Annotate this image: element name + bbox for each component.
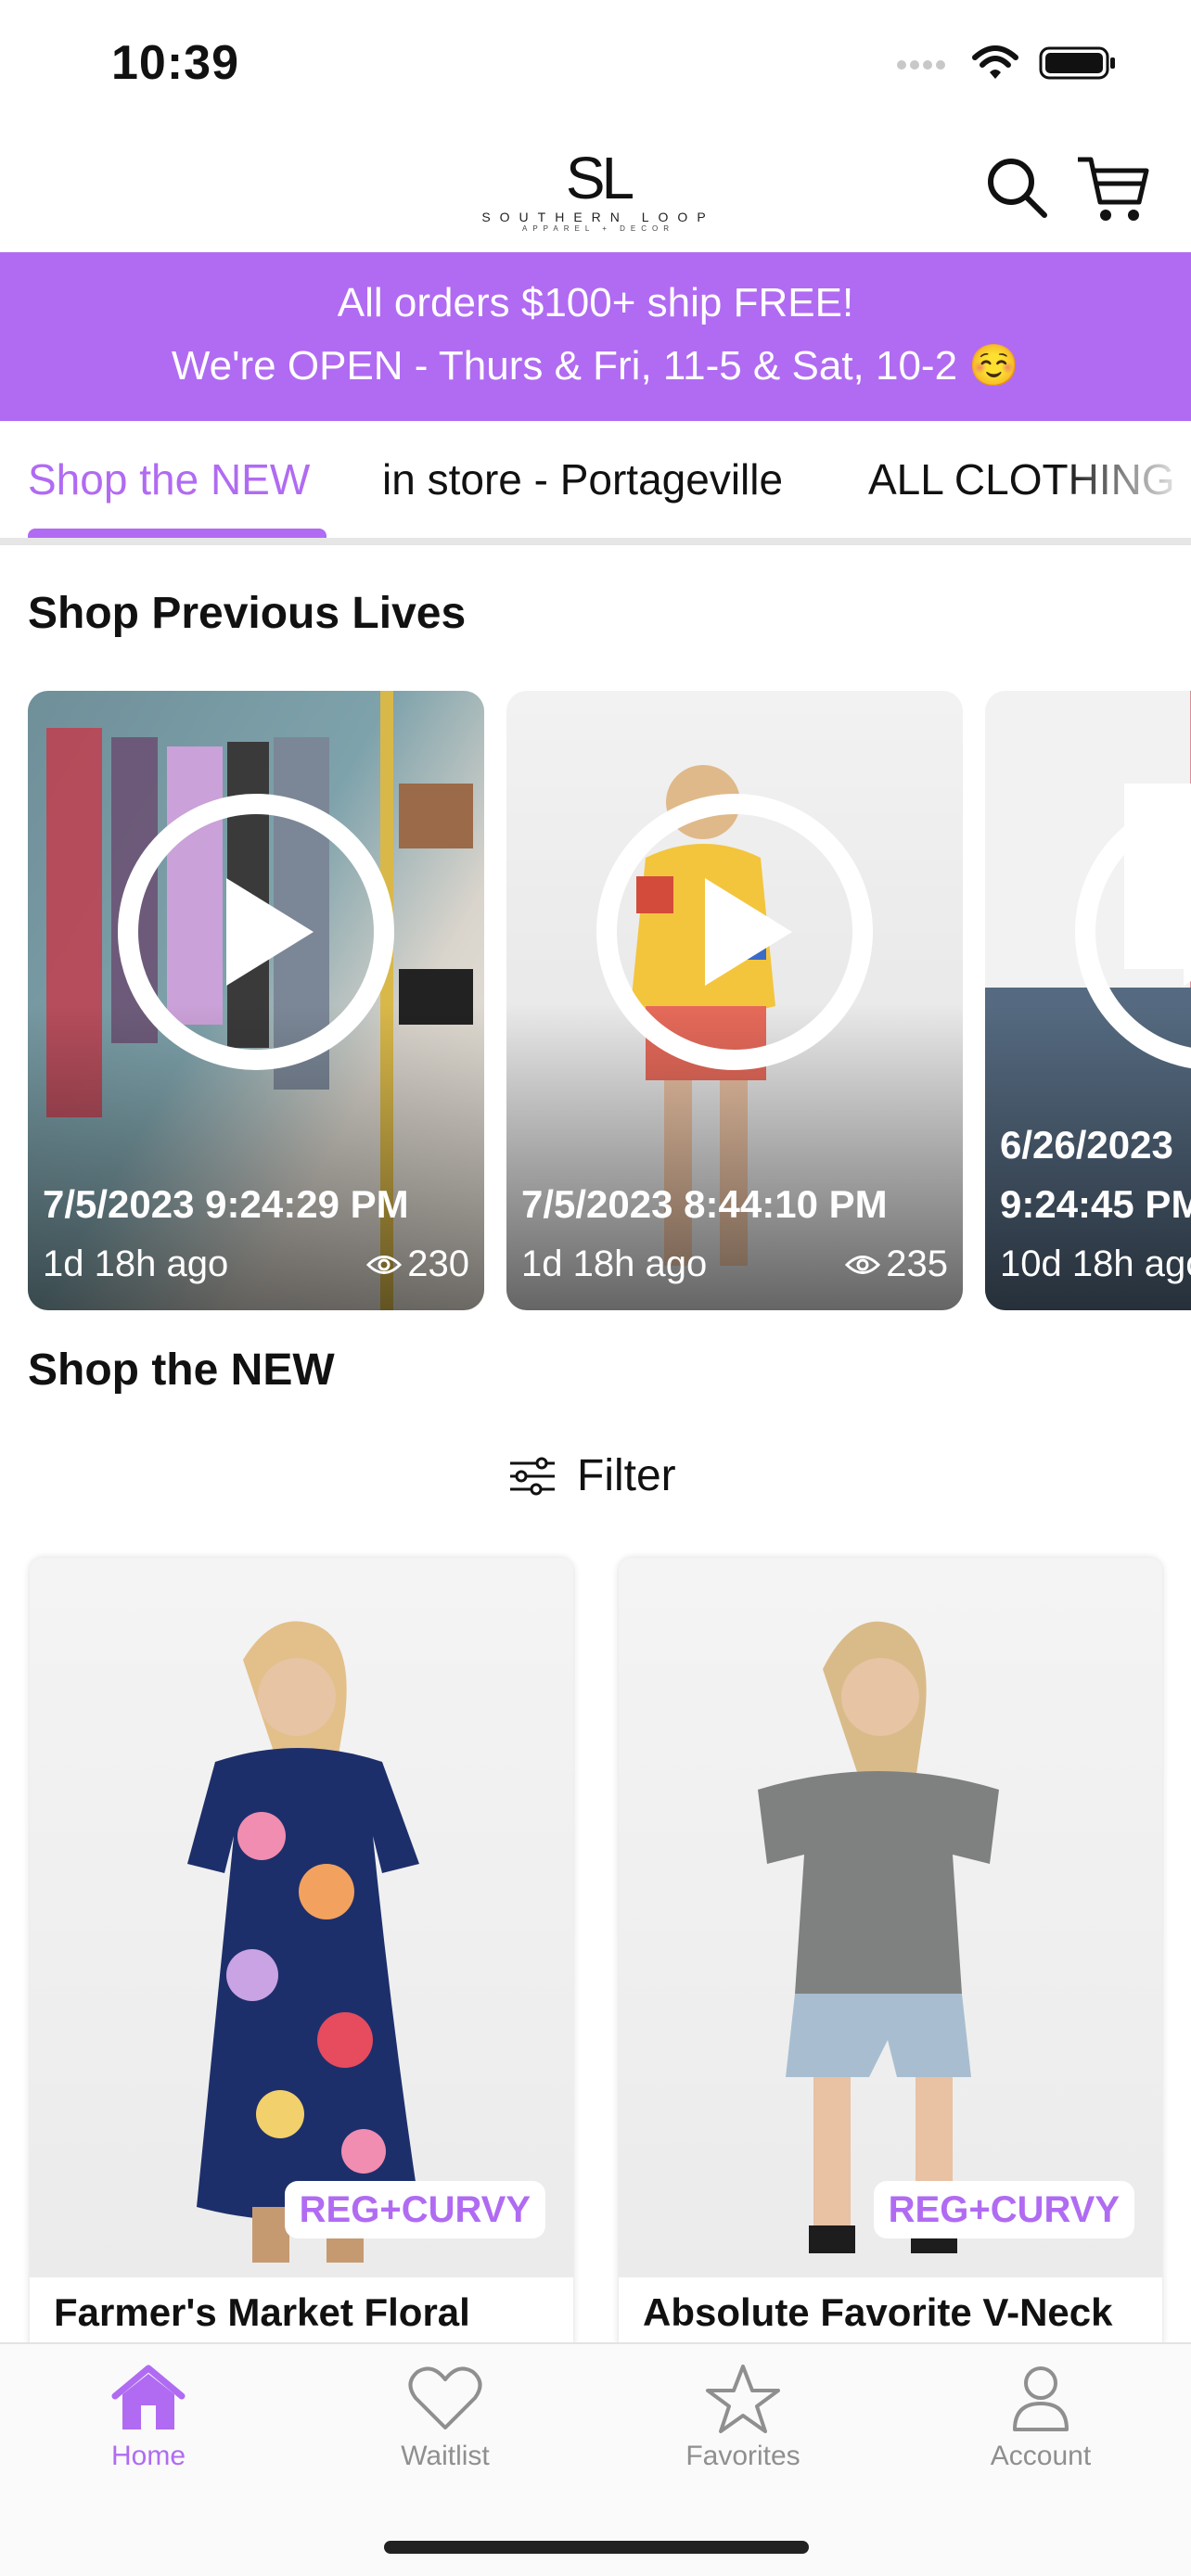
eye-icon [845, 1255, 881, 1274]
nav-favorites-label: Favorites [685, 2441, 800, 2471]
product-card[interactable]: REG+CURVY Farmer's Market Floral [30, 1558, 573, 2355]
nav-home-label: Home [110, 2441, 186, 2471]
banner-line-1: All orders $100+ ship FREE! [337, 280, 854, 325]
filter-button[interactable]: Filter [508, 1450, 676, 1501]
previous-lives-carousel[interactable]: 7/5/2023 9:24:29 PM 1d 18h ago 230 7/5/2… [28, 691, 1191, 1312]
live-video-card[interactable]: 6/26/2023 9:24:45 PM 10d 18h ago [985, 691, 1191, 1310]
filter-label: Filter [577, 1451, 676, 1500]
star-icon [706, 2365, 780, 2433]
nav-home[interactable]: Home [56, 2363, 241, 2472]
live-time-ago: 1d 18h ago [43, 1243, 229, 1284]
live-time-ago: 1d 18h ago [521, 1243, 708, 1284]
nav-account[interactable]: Account [948, 2363, 1133, 2472]
home-icon [111, 2365, 186, 2429]
home-indicator[interactable] [384, 2541, 809, 2554]
product-card[interactable]: REG+CURVY Absolute Favorite V-Neck [619, 1558, 1162, 2355]
category-tabs: Shop the NEW in store - Portageville ALL… [0, 421, 1191, 545]
status-icons [896, 45, 1117, 82]
status-time: 10:39 [111, 36, 239, 90]
live-date: 7/5/2023 9:24:29 PM [43, 1182, 409, 1226]
status-bar: 10:39 [0, 0, 1191, 130]
live-view-count: 230 [407, 1243, 469, 1284]
product-name[interactable]: Absolute Favorite V-Neck [643, 2290, 1112, 2335]
cart-icon[interactable] [1076, 154, 1150, 224]
active-tab-indicator [28, 529, 327, 538]
fit-badge: REG+CURVY [873, 2181, 1134, 2238]
fit-badge: REG+CURVY [284, 2181, 545, 2238]
logo-name: SOUTHERN LOOP [481, 210, 715, 224]
product-image[interactable] [30, 1558, 573, 2277]
nav-account-label: Account [990, 2441, 1092, 2471]
live-view-count: 235 [886, 1243, 948, 1284]
product-name[interactable]: Farmer's Market Floral [54, 2290, 470, 2335]
sliders-icon [510, 1457, 555, 1495]
play-icon[interactable] [117, 793, 395, 1071]
live-views: 235 [845, 1243, 948, 1285]
person-icon [1013, 2366, 1069, 2431]
live-time-ago: 10d 18h ago [1000, 1243, 1191, 1284]
banner-line-2: We're OPEN - Thurs & Fri, 11-5 & Sat, 10… [171, 343, 1020, 389]
play-icon[interactable] [1074, 793, 1191, 1071]
product-image[interactable] [619, 1558, 1162, 2277]
shop-new-title: Shop the NEW [28, 1345, 335, 1395]
logo-mark: SL [565, 145, 634, 211]
tabs-fade-overlay [1061, 421, 1191, 538]
tab-in-store-portageville[interactable]: in store - Portageville [382, 454, 783, 504]
search-icon[interactable] [985, 156, 1050, 221]
live-video-card[interactable]: 7/5/2023 9:24:29 PM 1d 18h ago 230 [28, 691, 484, 1310]
logo-tagline: APPAREL + DECOR [521, 224, 675, 233]
live-date: 7/5/2023 8:44:10 PM [521, 1182, 888, 1226]
signal-icon [897, 60, 945, 70]
promo-banner: All orders $100+ ship FREE! We're OPEN -… [0, 252, 1191, 421]
store-logo[interactable]: SL SOUTHERN LOOP APPAREL + DECOR [464, 148, 733, 233]
live-date-line-2: 9:24:45 PM [1000, 1182, 1191, 1226]
tab-shop-the-new[interactable]: Shop the NEW [28, 454, 310, 504]
play-icon[interactable] [596, 793, 874, 1071]
previous-lives-title: Shop Previous Lives [28, 589, 467, 638]
nav-favorites[interactable]: Favorites [650, 2363, 836, 2472]
live-video-card[interactable]: 7/5/2023 8:44:10 PM 1d 18h ago 235 [506, 691, 963, 1310]
battery-icon [1039, 46, 1115, 80]
live-views: 230 [366, 1243, 469, 1285]
eye-icon [366, 1255, 403, 1274]
wifi-icon [972, 45, 1018, 79]
product-photo-2 [758, 1621, 999, 2253]
product-photo-1 [187, 1621, 419, 2263]
app-header: SL SOUTHERN LOOP APPAREL + DECOR [0, 130, 1191, 252]
nav-waitlist[interactable]: Waitlist [352, 2363, 538, 2472]
heart-icon [408, 2366, 482, 2429]
live-date-line-1: 6/26/2023 [1000, 1123, 1173, 1167]
nav-waitlist-label: Waitlist [401, 2441, 490, 2471]
